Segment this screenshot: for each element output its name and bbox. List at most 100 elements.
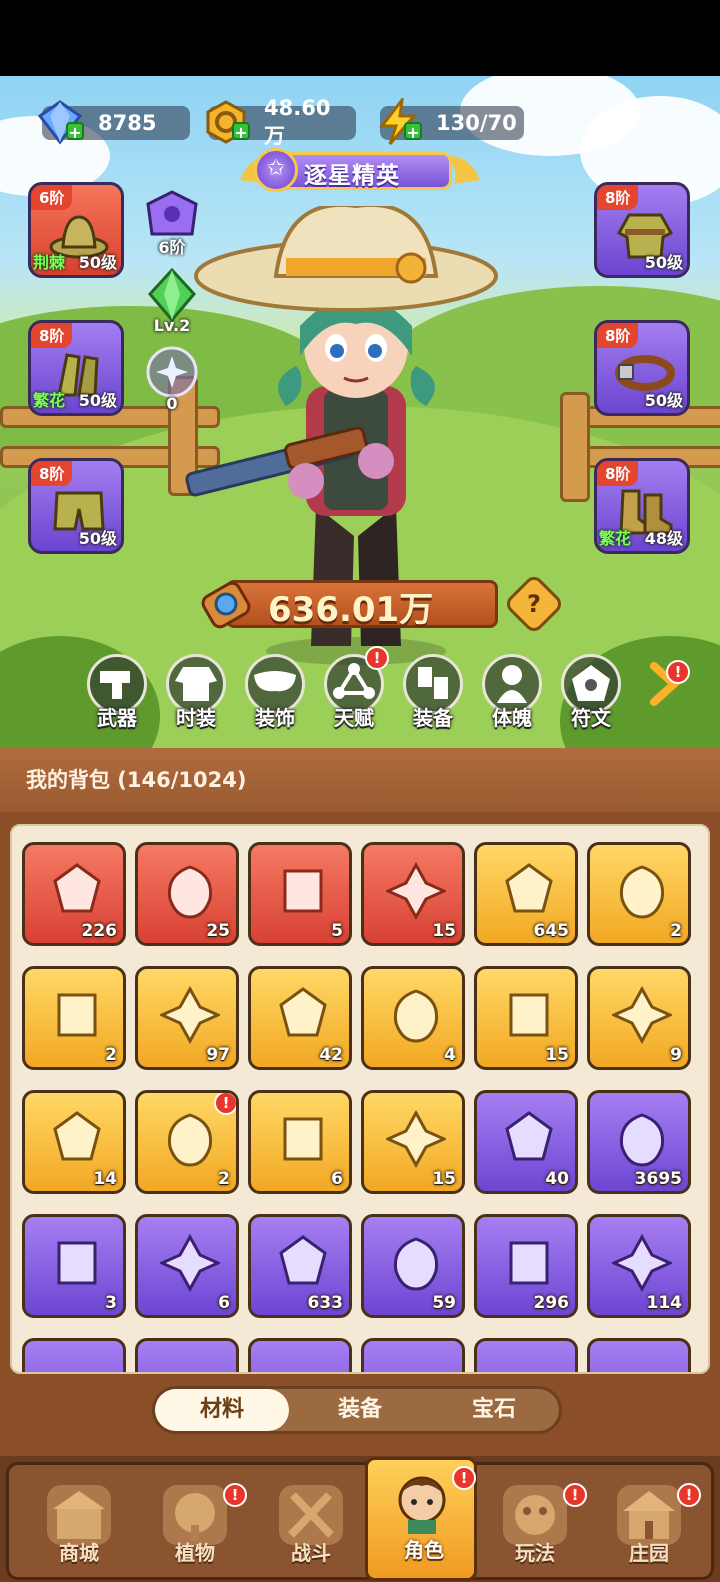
bag-item[interactable] [248,1338,352,1372]
sprayer-tank-icon [612,985,672,1045]
item-art [509,1241,549,1285]
add-gold-button[interactable]: + [232,122,250,142]
bag-item[interactable]: 6 [248,1090,352,1194]
func-outfit-button[interactable]: 时装 [163,654,229,732]
bag-item[interactable]: 15 [474,966,578,1070]
func-weapon-button[interactable]: 武器 [84,654,150,732]
bag-item[interactable] [474,1338,578,1372]
bag-item[interactable]: 5 [248,842,352,946]
bag-item[interactable]: 2! [135,1090,239,1194]
equip-slot-gloves[interactable]: 8阶 繁花 50级 [28,320,124,416]
equip-slot-belt[interactable]: 8阶 50级 [594,320,690,416]
bag-item[interactable]: 97 [135,966,239,1070]
orb-slot[interactable]: 0 [142,346,202,413]
item-art [386,861,446,921]
crystal-slot[interactable]: Lv.2 [142,267,202,335]
nav-gameplay[interactable]: 玩法 ! [479,1477,591,1577]
star-badge-icon: ✩ [254,148,298,192]
item-art [160,985,220,1045]
item-art [393,1237,439,1291]
bag-item[interactable]: 3 [22,1214,126,1318]
item-art [167,865,213,919]
bag-grid-container[interactable]: 226 25 5 15 645 2 2 97 42 4 15 9 14 2! 6 15 40 3695 3 6 633 5… [10,824,710,1374]
item-count: 6 [218,1293,230,1313]
bag-item[interactable]: 633 [248,1214,352,1318]
add-energy-button[interactable]: + [404,122,422,142]
bag-item[interactable] [135,1338,239,1372]
func-rune-button[interactable]: 符文 [558,654,624,732]
item-art [386,1109,446,1169]
bag-item[interactable]: 42 [248,966,352,1070]
func-equipment-button[interactable]: 装备 [400,654,466,732]
power-badge-icon [201,581,251,629]
tab-materials[interactable]: 材料 [155,1389,289,1431]
equip-slot-pants[interactable]: 8阶 50级 [28,458,124,554]
gold-counter[interactable]: + 48.60万 [206,96,356,148]
bag-panel: 226 25 5 15 645 2 2 97 42 4 15 9 14 2! 6 15 40 3695 3 6 633 5… [0,812,720,1456]
bag-header: 我的背包 (146/1024) [0,748,720,812]
bag-item[interactable]: 226 [22,842,126,946]
func-more-button[interactable]: ! [644,654,690,732]
nav-character[interactable]: 角色 ! [365,1457,477,1581]
bag-item[interactable]: 15 [361,1090,465,1194]
dark-rune-stone-icon [57,993,97,1037]
bag-item[interactable]: 6 [135,1214,239,1318]
character-icon [398,1476,446,1534]
bag-item[interactable]: 3695 [587,1090,691,1194]
func-physique-button[interactable]: 体魄 [479,654,545,732]
shop-icon [53,1491,105,1539]
golden-flower-icon [283,1117,323,1161]
item-count: 6 [331,1169,343,1189]
bag-item[interactable]: 4 [361,966,465,1070]
bag-item[interactable]: 645 [474,842,578,946]
item-art [279,1235,327,1285]
tab-equipment[interactable]: 装备 [293,1389,427,1431]
gem-counter[interactable]: + 8785 [37,100,190,145]
equip-slot-boots[interactable]: 8阶 繁花 48级 [594,458,690,554]
item-count: 633 [307,1293,344,1313]
bag-item[interactable]: 59 [361,1214,465,1318]
equip-slot-hat[interactable]: 6阶 荆棘 50级 [28,182,124,278]
bag-item[interactable]: 25 [135,842,239,946]
nav-plants[interactable]: 植物 ! [139,1477,251,1577]
item-art [619,865,665,919]
bag-item[interactable]: 9 [587,966,691,1070]
item-alert-badge: ! [214,1093,236,1115]
nav-label: 玩法 [515,1541,555,1565]
func-label: 装饰 [255,706,295,730]
nav-battle[interactable]: 战斗 [255,1477,367,1577]
item-art [505,863,553,913]
bag-item[interactable]: 2 [587,842,691,946]
bag-item[interactable]: 114 [587,1214,691,1318]
gold-amount: 48.60万 [264,96,331,148]
silver-key-icon [57,1241,97,1285]
func-decoration-button[interactable]: 装饰 [242,654,308,732]
energy-counter[interactable]: + 130/70 [378,98,524,145]
player-title-banner[interactable]: ✩ 逐星精英 [238,146,482,196]
bag-item[interactable] [587,1338,691,1372]
bag-item[interactable]: 14 [22,1090,126,1194]
talent-alert-badge: ! [365,646,389,670]
equip-slot-jacket[interactable]: 8阶 50级 [594,182,690,278]
nav-manor[interactable]: 庄园 ! [593,1477,705,1577]
item-count: 40 [545,1169,569,1189]
slot-level: 50级 [78,253,117,272]
status-bar-area [0,0,720,76]
slot-tier: 6阶 [31,185,73,210]
func-talent-button[interactable]: 天赋 ! [321,646,389,732]
bag-item[interactable]: 2 [22,966,126,1070]
bag-item[interactable]: 15 [361,842,465,946]
bag-item[interactable] [361,1338,465,1372]
bag-item[interactable] [22,1338,126,1372]
item-count: 296 [533,1293,570,1313]
plants-alert-badge: ! [223,1483,247,1507]
nav-shop[interactable]: 商城 [23,1477,135,1577]
bag-item[interactable]: 296 [474,1214,578,1318]
tab-gems[interactable]: 宝石 [427,1389,561,1431]
seed-scroll-icon [612,1233,672,1293]
telescope-icon [167,1113,213,1167]
rune-slot[interactable]: 6阶 [142,190,202,258]
add-gems-button[interactable]: + [66,122,84,142]
lily-flower-icon [619,1113,665,1167]
bag-item[interactable]: 40 [474,1090,578,1194]
